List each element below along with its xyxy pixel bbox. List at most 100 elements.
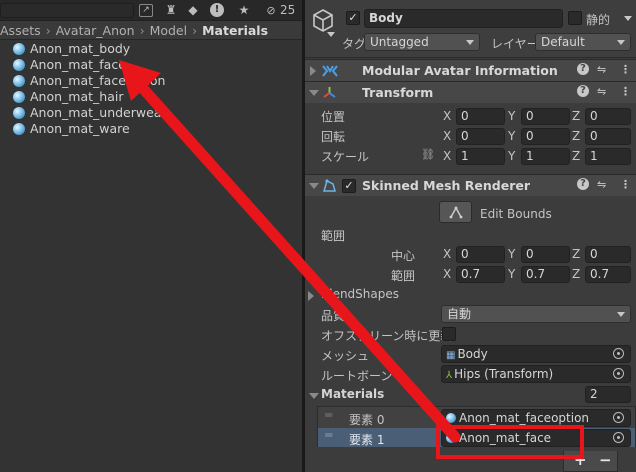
list-item[interactable]: Anon_mat_faceoption xyxy=(0,73,302,89)
scale-z-field[interactable]: 1 xyxy=(585,148,631,165)
material-icon xyxy=(446,433,456,443)
quality-label: 品質 xyxy=(321,309,346,323)
tag-label: タグ xyxy=(342,37,367,51)
center-x-field[interactable]: 0 xyxy=(456,246,505,263)
info-icon[interactable]: ! xyxy=(210,3,224,17)
material-1-object-field[interactable]: Anon_mat_face xyxy=(441,429,631,447)
component-enabled-checkbox[interactable]: ✓ xyxy=(342,179,356,193)
component-header-modular-avatar[interactable]: Modular Avatar Information ? ⇋ ⋮ xyxy=(305,59,636,81)
breadcrumb-model[interactable]: Model xyxy=(150,23,188,38)
mesh-value: Body xyxy=(457,347,488,361)
list-item[interactable]: Anon_mat_body xyxy=(0,41,302,57)
file-name: Anon_mat_underwear xyxy=(30,105,167,120)
breadcrumb-assets[interactable]: Assets xyxy=(0,23,41,38)
skinned-mesh-icon xyxy=(322,179,336,192)
constrain-link-icon[interactable]: ⛓ xyxy=(421,148,435,161)
axis-z-label: Z xyxy=(572,267,581,281)
axis-y-label: Y xyxy=(508,247,516,261)
filter-scene-icon[interactable]: ↗ xyxy=(139,4,153,17)
expand-arrow-icon[interactable] xyxy=(309,90,319,96)
favorite-star-icon[interactable]: ★ xyxy=(236,2,252,19)
materials-label[interactable]: Materials xyxy=(321,387,384,401)
project-search-input[interactable] xyxy=(0,3,134,18)
help-icon[interactable]: ? xyxy=(577,178,589,190)
position-label: 位置 xyxy=(321,110,346,124)
asset-type-icon[interactable]: ♜ xyxy=(163,2,179,19)
gameobject-cube-icon[interactable] xyxy=(311,8,335,34)
more-menu-icon[interactable]: ⋮ xyxy=(620,85,631,98)
axis-z-label: Z xyxy=(572,109,581,123)
mesh-object-field[interactable]: ▦ Body xyxy=(441,345,631,363)
material-0-value: Anon_mat_faceoption xyxy=(459,411,590,425)
drag-handle-icon[interactable]: ═ xyxy=(325,428,332,442)
file-list: Anon_mat_body Anon_mat_face Anon_mat_fac… xyxy=(0,41,302,137)
hidden-eye-icon[interactable]: ⊘ xyxy=(262,2,280,19)
rootbone-label: ルートボーン xyxy=(321,369,393,383)
tag-dropdown[interactable]: Untagged xyxy=(364,33,480,51)
help-icon[interactable]: ? xyxy=(577,85,589,97)
layer-dropdown[interactable]: Default xyxy=(535,33,631,51)
extent-x-field[interactable]: 0.7 xyxy=(456,266,505,283)
drag-handle-icon[interactable]: ═ xyxy=(325,408,332,422)
center-z-field[interactable]: 0 xyxy=(585,246,631,263)
scale-x-field[interactable]: 1 xyxy=(456,148,505,165)
active-checkbox[interactable]: ✓ xyxy=(346,11,360,25)
more-menu-icon[interactable]: ⋮ xyxy=(620,178,631,191)
axis-z-label: Z xyxy=(572,129,581,143)
list-item[interactable]: Anon_mat_ware xyxy=(0,121,302,137)
breadcrumb-avatar-anon[interactable]: Avatar_Anon xyxy=(56,23,135,38)
position-x-field[interactable]: 0 xyxy=(456,108,505,125)
material-0-object-field[interactable]: Anon_mat_faceoption xyxy=(441,409,631,427)
object-name-field[interactable]: Body xyxy=(364,9,563,28)
materials-foldout-icon[interactable] xyxy=(309,393,319,399)
rotation-x-field[interactable]: 0 xyxy=(456,128,505,145)
help-icon[interactable]: ? xyxy=(577,63,589,75)
rootbone-object-field[interactable]: ⅄ Hips (Transform) xyxy=(441,365,631,383)
component-header-skinned-mesh-renderer[interactable]: ✓ Skinned Mesh Renderer ? ⇋ ⋮ xyxy=(305,174,636,196)
more-menu-icon[interactable]: ⋮ xyxy=(620,63,631,76)
preset-sliders-icon[interactable]: ⇋ xyxy=(597,63,606,76)
center-y-field[interactable]: 0 xyxy=(521,246,570,263)
material-icon xyxy=(446,413,456,423)
static-dropdown-caret-icon[interactable] xyxy=(624,16,632,21)
rotation-z-field[interactable]: 0 xyxy=(585,128,631,145)
material-icon xyxy=(13,91,25,103)
axis-y-label: Y xyxy=(508,149,516,163)
blendshapes-label[interactable]: BlendShapes xyxy=(321,287,399,301)
extent-label: 範囲 xyxy=(391,269,416,283)
axis-x-label: X xyxy=(443,129,452,143)
extent-z-field[interactable]: 0.7 xyxy=(585,266,631,283)
component-header-transform[interactable]: Transform ? ⇋ ⋮ xyxy=(305,81,636,103)
preset-sliders-icon[interactable]: ⇋ xyxy=(597,178,606,191)
materials-count-field[interactable]: 2 xyxy=(585,386,631,403)
list-item[interactable]: Anon_mat_hair xyxy=(0,89,302,105)
object-picker-icon[interactable] xyxy=(613,412,624,423)
rotation-label: 回転 xyxy=(321,130,346,144)
label-tag-icon[interactable]: ◆ xyxy=(185,2,201,19)
extent-y-field[interactable]: 0.7 xyxy=(521,266,570,283)
breadcrumb-materials[interactable]: Materials xyxy=(202,23,268,38)
object-picker-icon[interactable] xyxy=(613,368,624,379)
list-item[interactable]: Anon_mat_underwear xyxy=(0,105,302,121)
static-checkbox[interactable] xyxy=(568,11,582,25)
quality-dropdown[interactable]: 自動 xyxy=(441,305,631,323)
icon-dropdown-caret-icon[interactable] xyxy=(327,32,335,37)
position-y-field[interactable]: 0 xyxy=(521,108,570,125)
edit-bounds-button[interactable] xyxy=(439,201,472,223)
scale-y-field[interactable]: 1 xyxy=(521,148,570,165)
breadcrumb: Assets › Avatar_Anon › Model › Materials xyxy=(0,21,302,40)
rotation-y-field[interactable]: 0 xyxy=(521,128,570,145)
blendshapes-foldout-icon[interactable] xyxy=(308,291,314,301)
collapse-arrow-icon[interactable] xyxy=(310,66,316,76)
edit-bounds-icon xyxy=(449,206,463,219)
quality-value: 自動 xyxy=(447,307,472,321)
list-item[interactable]: Anon_mat_face xyxy=(0,57,302,73)
object-picker-icon[interactable] xyxy=(613,348,624,359)
offscreen-checkbox[interactable] xyxy=(442,327,456,341)
object-picker-icon[interactable] xyxy=(613,432,624,443)
position-z-field[interactable]: 0 xyxy=(585,108,631,125)
preset-sliders-icon[interactable]: ⇋ xyxy=(597,85,606,98)
expand-arrow-icon[interactable] xyxy=(309,183,319,189)
remove-element-button[interactable]: − xyxy=(599,451,612,469)
add-element-button[interactable]: + xyxy=(574,451,587,469)
